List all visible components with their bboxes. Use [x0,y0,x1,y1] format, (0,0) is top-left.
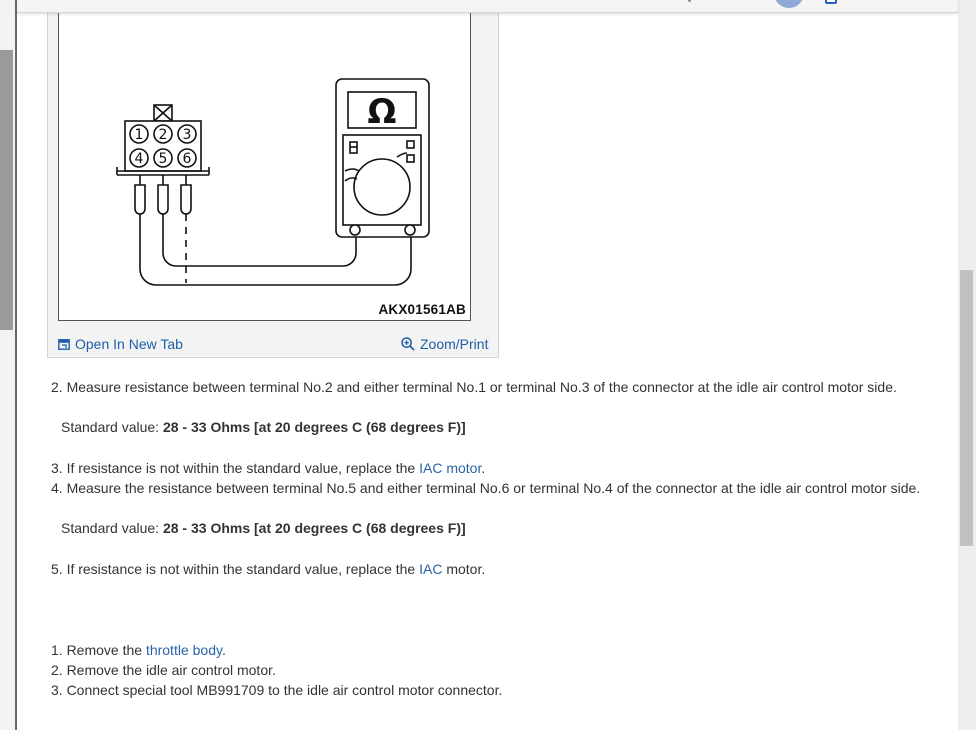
step-2-remove-iac-motor: 2. Remove the idle air control motor. [51,662,276,678]
pin-label: 2 [159,127,168,143]
open-tab-icon [58,338,70,350]
step-3-replace-iac: 3. If resistance is not within the stand… [51,459,485,477]
step-3-connect-special-tool: 3. Connect special tool MB991709 to the … [51,682,503,698]
open-in-new-tab-label: Open In New Tab [75,336,183,352]
zoom-print-label: Zoom/Print [420,336,489,352]
resistance-measurement-diagram: 1 2 3 4 5 6 Ω [116,78,430,286]
left-scrollbar-thumb[interactable] [0,50,13,330]
open-in-new-tab-link[interactable]: Open In New Tab [58,336,183,352]
step-3-text: 3. If resistance is not within the stand… [51,460,420,476]
pin-label: 6 [183,151,192,167]
toolbar-separator [688,0,691,2]
step-3-suffix: . [481,460,486,476]
step-1-suffix: . [221,642,226,658]
figure-frame: 1 2 3 4 5 6 Ω AKX01561AB [58,1,471,321]
standard-value-text: 28 - 33 Ohms [at 20 degrees C (68 degree… [162,419,466,435]
notification-icon[interactable] [825,0,837,4]
step-5-suffix: motor. [442,561,486,577]
user-avatar[interactable] [774,0,804,8]
step-1-text: 1. Remove the [51,642,146,658]
document-content: 1 2 3 4 5 6 Ω AKX01561AB Open In New Tab [17,0,958,730]
pin-label: 1 [135,127,144,143]
step-5-text: 5. If resistance is not within the stand… [51,561,420,577]
step-4-measure-resistance: 4. Measure the resistance between termin… [51,480,921,496]
standard-value-2: Standard value: 28 - 33 Ohms [at 20 degr… [61,519,466,537]
pin-label: 4 [135,151,144,167]
standard-value-label: Standard value: [61,419,163,435]
iac-link[interactable]: IAC [419,561,442,577]
standard-value-text: 28 - 33 Ohms [at 20 degrees C (68 degree… [162,520,466,536]
throttle-body-link[interactable]: throttle body [146,642,222,658]
figure-code: AKX01561AB [378,302,466,317]
standard-value-1: Standard value: 28 - 33 Ohms [at 20 degr… [61,418,466,436]
zoom-print-link[interactable]: Zoom/Print [401,336,488,352]
ohm-symbol: Ω [368,92,397,132]
figure-card: 1 2 3 4 5 6 Ω AKX01561AB [47,0,499,358]
left-panel-scrollbar[interactable] [0,0,16,730]
vertical-scrollbar[interactable] [958,0,976,730]
zoom-in-icon [401,337,415,351]
iac-motor-link[interactable]: IAC motor [419,460,481,476]
pin-label: 5 [159,151,168,167]
pin-label: 3 [183,127,192,143]
step-1-remove-throttle-body: 1. Remove the throttle body. [51,641,226,659]
vertical-scrollbar-thumb[interactable] [960,270,973,546]
step-2-measure-resistance: 2. Measure resistance between terminal N… [51,379,897,395]
top-toolbar [17,0,958,13]
step-5-replace-iac: 5. If resistance is not within the stand… [51,560,485,578]
standard-value-label: Standard value: [61,520,163,536]
